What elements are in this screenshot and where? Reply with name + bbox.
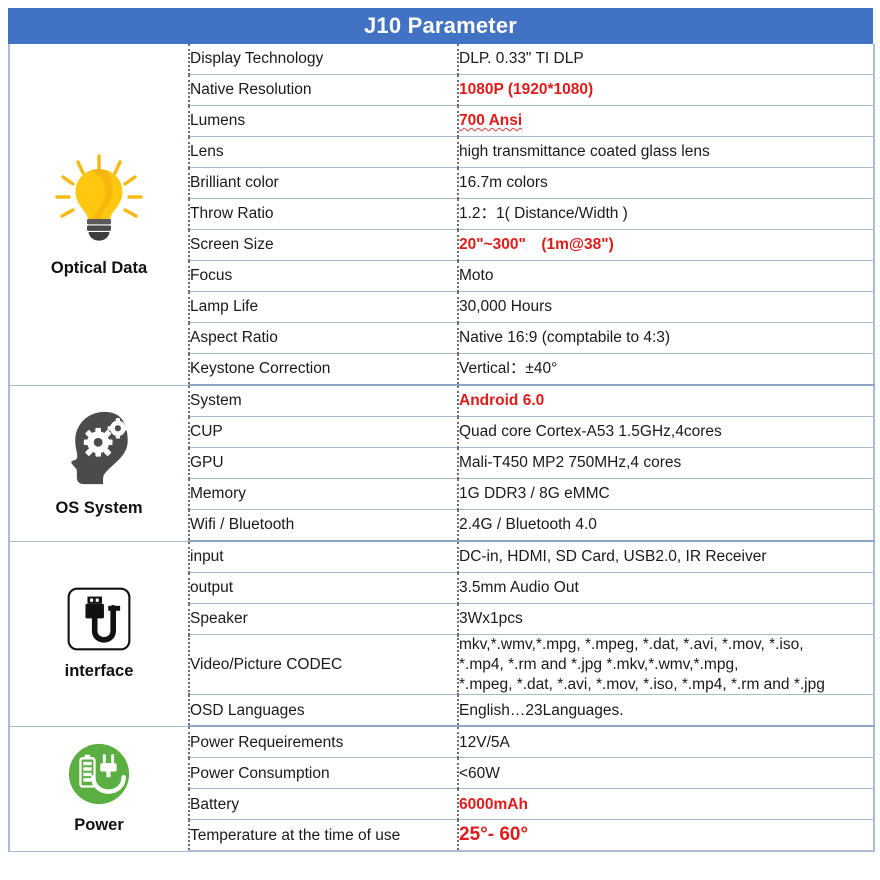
row-value: 3.5mm Audio Out xyxy=(458,572,875,604)
row-key: OSD Languages xyxy=(188,694,459,728)
row-key: Lens xyxy=(188,136,459,168)
row-key: Lumens xyxy=(188,105,459,137)
row-value: Android 6.0 xyxy=(458,385,875,417)
row-value: DC-in, HDMI, SD Card, USB2.0, IR Receive… xyxy=(458,541,875,573)
table-body: Optical Data Display Technology DLP. 0.3… xyxy=(8,44,875,853)
spec-sheet: J10 Parameter Optical Data Display Techn… xyxy=(0,0,880,880)
row-key: Speaker xyxy=(188,603,459,635)
row-value: high transmittance coated glass lens xyxy=(458,136,875,168)
table-row: Power Power Requeirements 12V/5A xyxy=(8,726,875,852)
usb-connector-icon xyxy=(66,586,132,652)
row-value: 3Wx1pcs xyxy=(458,603,875,635)
section-label: Optical Data xyxy=(50,259,148,278)
page-title: J10 Parameter xyxy=(8,8,873,44)
row-key: Wifi / Bluetooth xyxy=(188,509,459,542)
row-value: Mali-T450 MP2 750MHz,4 cores xyxy=(458,447,875,479)
section-label: Power xyxy=(74,815,124,834)
section-cell-optical-data: Optical Data xyxy=(8,44,189,386)
row-value: Quad core Cortex-A53 1.5GHz,4cores xyxy=(458,416,875,448)
row-key: Temperature at the time of use xyxy=(188,819,459,853)
table-row: Optical Data Display Technology DLP. 0.3… xyxy=(8,44,875,386)
row-value: 2.4G / Bluetooth 4.0 xyxy=(458,509,875,542)
row-key: Keystone Correction xyxy=(188,353,459,386)
row-value: 20"~300" (1m@38") xyxy=(458,229,875,261)
row-value: 25°- 60° xyxy=(458,819,875,853)
row-key: Video/Picture CODEC xyxy=(188,634,459,696)
row-value: Vertical：±40° xyxy=(458,353,875,386)
row-value: Native 16:9 (comptabile to 4:3) xyxy=(458,322,875,354)
row-value: mkv,*.wmv,*.mpg, *.mpeg, *.dat, *.avi, *… xyxy=(458,634,875,696)
row-key: input xyxy=(188,541,459,573)
row-key: Lamp Life xyxy=(188,291,459,323)
section-cell-interface: interface xyxy=(8,541,189,727)
row-key: output xyxy=(188,572,459,604)
row-key: Native Resolution xyxy=(188,74,459,106)
row-key: Focus xyxy=(188,260,459,292)
row-key: Power Consumption xyxy=(188,757,459,790)
row-key: GPU xyxy=(188,447,459,479)
row-value: 1080P (1920*1080) xyxy=(458,74,875,106)
row-value: 6000mAh xyxy=(458,788,875,821)
section-label: interface xyxy=(64,661,134,680)
table-row: OS System System Android 6.0 xyxy=(8,385,875,542)
row-key: Brilliant color xyxy=(188,167,459,199)
row-key: CUP xyxy=(188,416,459,448)
row-key: Battery xyxy=(188,788,459,821)
row-key: Power Requeirements xyxy=(188,726,459,759)
row-value: Moto xyxy=(458,260,875,292)
row-key: Aspect Ratio xyxy=(188,322,459,354)
power-plug-battery-icon xyxy=(67,742,131,806)
row-value: 16.7m colors xyxy=(458,167,875,199)
specification-table: Optical Data Display Technology DLP. 0.3… xyxy=(8,44,875,853)
head-gears-icon xyxy=(58,407,140,489)
row-value: 1.2：1( Distance/Width ) xyxy=(458,198,875,230)
row-key: System xyxy=(188,385,459,417)
row-key: Screen Size xyxy=(188,229,459,261)
row-value: English…23Languages. xyxy=(458,694,875,728)
section-cell-os-system: OS System xyxy=(8,385,189,542)
page-title-text: J10 Parameter xyxy=(363,13,518,38)
row-value: 1G DDR3 / 8G eMMC xyxy=(458,478,875,510)
row-key: Memory xyxy=(188,478,459,510)
row-key: Throw Ratio xyxy=(188,198,459,230)
row-value: <60W xyxy=(458,757,875,790)
row-value: DLP. 0.33" TI DLP xyxy=(458,44,875,75)
row-value: 30,000 Hours xyxy=(458,291,875,323)
lightbulb-icon xyxy=(49,149,149,249)
row-key: Display Technology xyxy=(188,44,459,75)
row-value: 700 Ansi xyxy=(458,105,875,137)
table-row: interface input DC-in, HDMI, SD Card, US… xyxy=(8,541,875,727)
section-label: OS System xyxy=(55,498,143,517)
row-value: 12V/5A xyxy=(458,726,875,759)
section-cell-power: Power xyxy=(8,726,189,852)
